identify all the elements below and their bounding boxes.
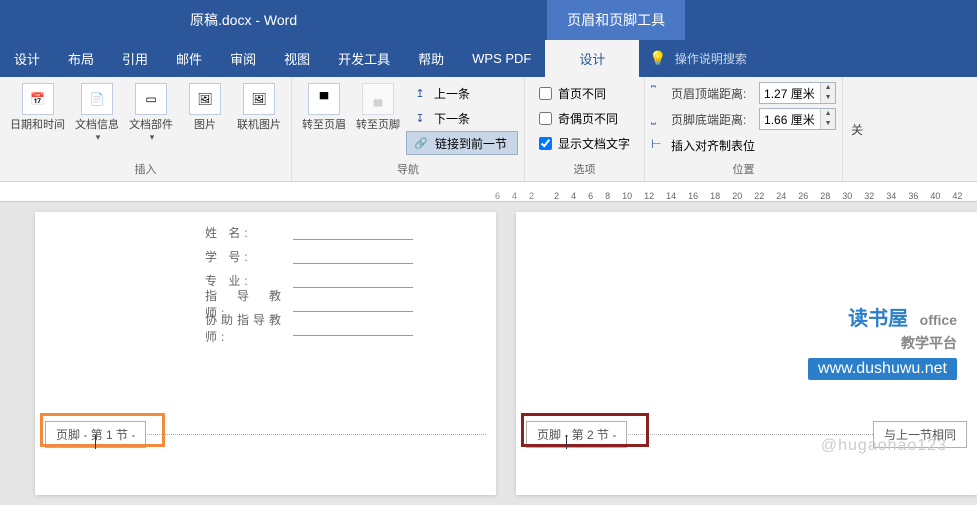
- footer-dist-icon: ⎵: [651, 111, 667, 127]
- spin-up[interactable]: ▲: [821, 83, 835, 93]
- author-watermark: @hugaohao123: [821, 437, 947, 455]
- arrow-up-icon: ↥: [412, 85, 428, 101]
- tab-layout[interactable]: 布局: [54, 40, 108, 77]
- doc-parts-button[interactable]: ▭ 文档部件: [125, 81, 177, 145]
- contextual-tool-tab: 页眉和页脚工具: [547, 0, 685, 40]
- group-label-position: 位置: [651, 159, 836, 179]
- tab-design[interactable]: 设计: [0, 40, 54, 77]
- footer-icon: ▄: [362, 83, 394, 115]
- text-cursor: [566, 435, 567, 449]
- tell-me-search[interactable]: 💡 操作说明搜索: [649, 50, 746, 67]
- link-previous-button[interactable]: 🔗链接到前一节: [406, 131, 518, 155]
- footer-bottom-input[interactable]: [760, 109, 820, 129]
- header-dist-icon: ⎴: [651, 85, 667, 101]
- different-odd-even-checkbox[interactable]: 奇偶页不同: [539, 106, 630, 130]
- doc-parts-icon: ▭: [135, 83, 167, 115]
- tab-review[interactable]: 审阅: [216, 40, 270, 77]
- calendar-clock-icon: 📅: [22, 83, 54, 115]
- tab-references[interactable]: 引用: [108, 40, 162, 77]
- orange-highlight: [40, 413, 165, 447]
- document-area: 姓 名: 学 号: 专 业: 指 导 教 师: 协助指导教师: 页脚 - 第 1…: [0, 202, 977, 505]
- group-close: 关: [843, 77, 871, 181]
- date-time-button[interactable]: 📅 日期和时间: [6, 81, 69, 134]
- text-cursor: [95, 435, 96, 449]
- page-2[interactable]: 读书屋 office教学平台 www.dushuwu.net 页脚 - 第 2 …: [516, 212, 977, 495]
- group-navigation: ▀ 转至页眉 ▄ 转至页脚 ↥上一条 ↧下一条 🔗链接到前一节 导航: [292, 77, 525, 181]
- link-icon: 🔗: [413, 135, 429, 151]
- form-area: 姓 名: 学 号: 专 业: 指 导 教 师: 协助指导教师:: [35, 212, 496, 340]
- goto-footer-button: ▄ 转至页脚: [352, 81, 404, 134]
- group-insert: 📅 日期和时间 📄 文档信息 ▭ 文档部件 🖼 图片 🖼 联机图片 插入: [0, 77, 292, 181]
- tab-wps-pdf[interactable]: WPS PDF: [458, 40, 545, 77]
- group-label-nav: 导航: [298, 159, 518, 179]
- ribbon: 📅 日期和时间 📄 文档信息 ▭ 文档部件 🖼 图片 🖼 联机图片 插入: [0, 77, 977, 182]
- doc-info-icon: 📄: [81, 83, 113, 115]
- header-icon: ▀: [308, 83, 340, 115]
- online-picture-icon: 🖼: [243, 83, 275, 115]
- ribbon-tabs: 设计 布局 引用 邮件 审阅 视图 开发工具 帮助 WPS PDF 设计 💡 操…: [0, 40, 977, 77]
- bulb-icon: 💡: [649, 50, 666, 67]
- spin-up[interactable]: ▲: [821, 109, 835, 119]
- goto-header-button[interactable]: ▀ 转至页眉: [298, 81, 350, 134]
- header-top-label: 页眉顶端距离:: [671, 85, 759, 102]
- group-label-insert: 插入: [6, 159, 285, 179]
- tab-mailings[interactable]: 邮件: [162, 40, 216, 77]
- tab-help[interactable]: 帮助: [404, 40, 458, 77]
- group-label-options: 选项: [531, 159, 638, 179]
- tab-hf-design[interactable]: 设计: [545, 40, 639, 77]
- search-placeholder: 操作说明搜索: [675, 50, 747, 67]
- header-top-spinner[interactable]: ▲▼: [759, 82, 836, 104]
- next-button[interactable]: ↧下一条: [406, 106, 518, 130]
- window-title: 原稿.docx - Word: [190, 10, 297, 30]
- tab-icon: ⊢: [651, 137, 667, 153]
- group-position: ⎴ 页眉顶端距离: ▲▼ ⎵ 页脚底端距离: ▲▼ ⊢ 插入对齐制表位 位置: [645, 77, 843, 181]
- show-doc-text-checkbox[interactable]: 显示文档文字: [539, 131, 630, 155]
- horizontal-ruler[interactable]: 642 246810121416182022242628303234364042: [0, 182, 977, 202]
- arrow-down-icon: ↧: [412, 110, 428, 126]
- online-picture-button[interactable]: 🖼 联机图片: [233, 81, 285, 134]
- previous-button[interactable]: ↥上一条: [406, 81, 518, 105]
- picture-button[interactable]: 🖼 图片: [179, 81, 231, 134]
- insert-align-tab-button[interactable]: ⊢ 插入对齐制表位: [651, 133, 836, 157]
- picture-icon: 🖼: [189, 83, 221, 115]
- group-options: 首页不同 奇偶页不同 显示文档文字 选项: [525, 77, 645, 181]
- close-label: 关: [851, 121, 863, 138]
- header-top-input[interactable]: [760, 83, 820, 103]
- watermark-logo: 读书屋 office教学平台 www.dushuwu.net: [808, 302, 957, 380]
- page-1[interactable]: 姓 名: 学 号: 专 业: 指 导 教 师: 协助指导教师: 页脚 - 第 1…: [35, 212, 496, 495]
- different-first-page-checkbox[interactable]: 首页不同: [539, 81, 630, 105]
- spin-down[interactable]: ▼: [821, 93, 835, 103]
- footer-bottom-spinner[interactable]: ▲▼: [759, 108, 836, 130]
- tab-devtools[interactable]: 开发工具: [324, 40, 404, 77]
- red-highlight: [521, 413, 649, 447]
- spin-down[interactable]: ▼: [821, 119, 835, 129]
- title-bar: 原稿.docx - Word 页眉和页脚工具: [0, 0, 977, 40]
- doc-info-button[interactable]: 📄 文档信息: [71, 81, 123, 145]
- tab-view[interactable]: 视图: [270, 40, 324, 77]
- footer-bottom-label: 页脚底端距离:: [671, 111, 759, 128]
